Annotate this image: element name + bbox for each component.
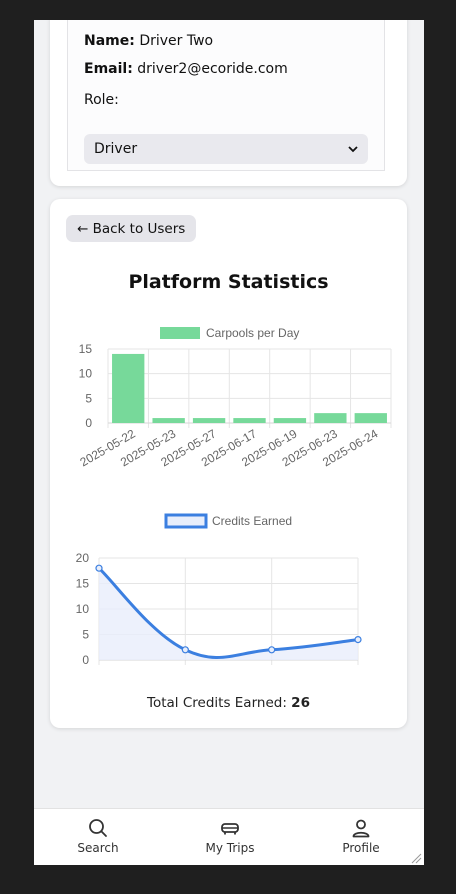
bar <box>233 418 266 423</box>
email-value: driver2@ecoride.com <box>137 61 288 77</box>
y-tick-label: 10 <box>76 602 90 616</box>
name-value: Driver Two <box>139 33 214 49</box>
y-tick-label: 5 <box>85 391 92 405</box>
y-tick-label: 15 <box>79 342 93 356</box>
resize-grip-icon[interactable] <box>410 852 422 864</box>
bar <box>314 413 347 423</box>
y-tick-label: 0 <box>85 416 92 430</box>
carpools-bar-chart: Carpools per Day0510152025-05-222025-05-… <box>78 326 392 469</box>
car-icon <box>221 823 239 835</box>
y-tick-label: 20 <box>76 551 90 565</box>
role-select[interactable]: Driver <box>84 134 368 164</box>
user-icon <box>352 819 370 838</box>
user-email-row: Email: driver2@ecoride.com <box>84 61 288 77</box>
bar <box>152 418 185 423</box>
email-label: Email: <box>84 61 133 77</box>
legend-swatch <box>160 327 200 339</box>
y-tick-label: 15 <box>76 577 90 591</box>
total-credits-value: 26 <box>291 695 310 711</box>
credits-line-chart: Credits Earned051015202025-05-222025-05-… <box>76 513 362 667</box>
name-label: Name: <box>84 33 135 49</box>
search-icon <box>89 819 107 837</box>
total-credits-label: Total Credits Earned: <box>147 695 287 711</box>
nav-item-profile[interactable]: Profile <box>311 817 411 855</box>
nav-label-my-trips: My Trips <box>205 841 255 855</box>
user-card: Name: Driver Two Email: driver2@ecoride.… <box>50 20 407 186</box>
data-point <box>268 646 276 654</box>
y-tick-label: 10 <box>79 367 93 381</box>
legend-label: Credits Earned <box>212 514 292 528</box>
bottom-nav: Search My Trips Profile <box>34 808 424 865</box>
bar <box>112 353 145 423</box>
nav-item-search[interactable]: Search <box>48 817 148 855</box>
bar <box>273 418 307 423</box>
total-credits: Total Credits Earned: 26 <box>50 695 407 711</box>
role-selected-value: Driver <box>94 141 138 157</box>
page-title: Platform Statistics <box>128 271 329 293</box>
nav-item-my-trips[interactable]: My Trips <box>180 817 280 855</box>
role-label: Role: <box>84 92 119 108</box>
y-tick-label: 0 <box>82 653 89 667</box>
nav-label-search: Search <box>77 841 119 855</box>
bar <box>192 418 226 423</box>
legend-swatch <box>164 513 208 529</box>
bar <box>354 413 387 423</box>
statistics-card: ← Back to Users Platform Statistics Carp… <box>50 199 407 728</box>
data-point <box>181 646 189 654</box>
data-point <box>354 636 362 644</box>
user-name-row: Name: Driver Two <box>84 33 213 49</box>
app-viewport: Name: Driver Two Email: driver2@ecoride.… <box>34 20 424 865</box>
y-tick-label: 5 <box>82 628 89 642</box>
back-to-users-button[interactable]: ← Back to Users <box>66 215 197 242</box>
user-details: Name: Driver Two Email: driver2@ecoride.… <box>67 20 385 171</box>
legend-label: Carpools per Day <box>206 326 299 340</box>
data-point <box>95 564 103 572</box>
chevron-down-icon <box>348 146 358 153</box>
nav-label-profile: Profile <box>342 841 380 855</box>
